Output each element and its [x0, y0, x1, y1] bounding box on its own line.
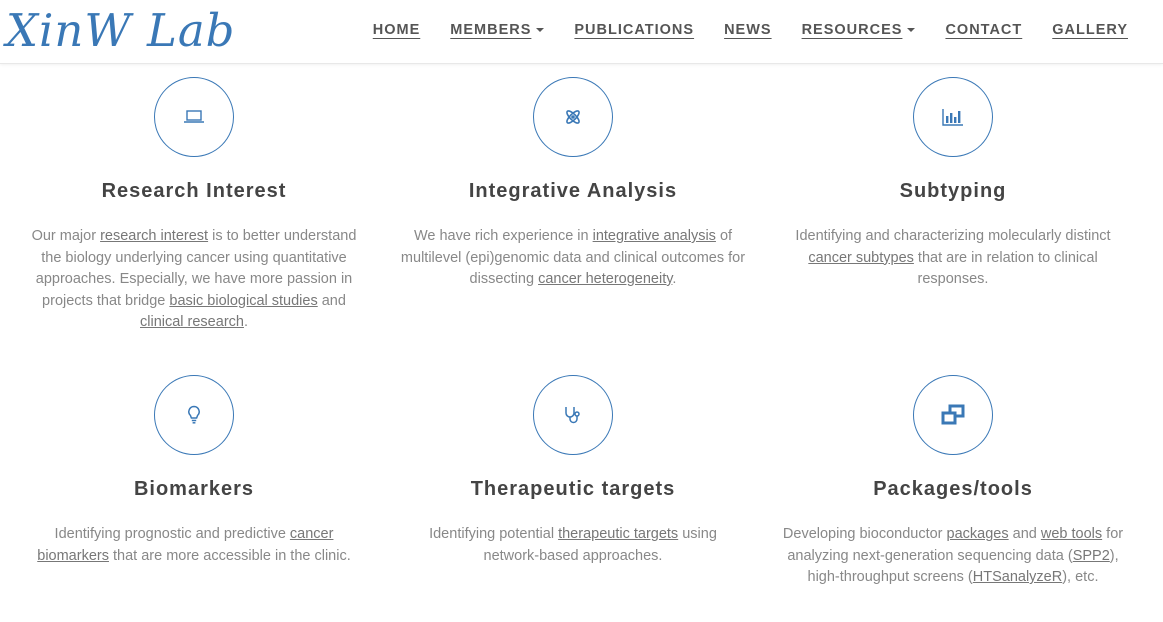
- laptop-icon: [154, 77, 234, 157]
- nav-gallery[interactable]: GALLERY: [1052, 22, 1128, 38]
- brand-logo[interactable]: XinW Lab: [6, 4, 235, 57]
- nav-resources[interactable]: RESOURCES: [802, 22, 916, 38]
- feature-description: We have rich experience in integrative a…: [400, 228, 746, 287]
- top-navbar: XinW Lab HOME MEMBERS PUBLICATIONS NEWS …: [0, 0, 1163, 64]
- stethoscope-icon: [533, 375, 613, 455]
- feature-description: Developing bioconductor packages and web…: [782, 526, 1124, 585]
- link-basic-biological-studies[interactable]: basic biological studies: [169, 293, 317, 309]
- feature-description: Our major research interest is to better…: [31, 228, 357, 330]
- nav-members-label: MEMBERS: [450, 22, 532, 38]
- nav-publications[interactable]: PUBLICATIONS: [574, 22, 694, 38]
- link-cancer-heterogeneity[interactable]: cancer heterogeneity: [538, 271, 672, 287]
- link-research-interest[interactable]: research interest: [100, 228, 208, 244]
- link-cancer-subtypes[interactable]: cancer subtypes: [808, 250, 914, 266]
- link-htsanalyzer[interactable]: HTSanalyzeR: [973, 569, 1062, 585]
- nav-resources-label: RESOURCES: [801, 22, 903, 38]
- feature-title: Packages/tools: [873, 478, 1033, 500]
- link-spp2[interactable]: SPP2: [1073, 548, 1110, 564]
- nav-contact[interactable]: CONTACT: [945, 22, 1022, 38]
- bar-chart-icon: [913, 77, 993, 157]
- caret-down-icon: [536, 28, 545, 33]
- link-clinical-research[interactable]: clinical research: [140, 314, 244, 330]
- nav-members[interactable]: MEMBERS: [450, 22, 545, 38]
- caret-down-icon: [907, 28, 916, 33]
- feature-title: Subtyping: [899, 180, 1007, 202]
- link-web-tools[interactable]: web tools: [1041, 526, 1102, 542]
- molecule-icon: [533, 77, 613, 157]
- feature-title: Integrative Analysis: [468, 180, 678, 202]
- windows-icon: [913, 375, 993, 455]
- main-nav: HOME MEMBERS PUBLICATIONS NEWS RESOURCES…: [373, 22, 1128, 38]
- nav-news[interactable]: NEWS: [724, 22, 772, 38]
- nav-home[interactable]: HOME: [373, 22, 421, 38]
- lightbulb-icon: [154, 375, 234, 455]
- link-therapeutic-targets[interactable]: therapeutic targets: [558, 526, 678, 542]
- feature-title: Research Interest: [101, 180, 287, 202]
- link-packages[interactable]: packages: [947, 526, 1009, 542]
- feature-title: Therapeutic targets: [470, 478, 676, 500]
- link-integrative-analysis[interactable]: integrative analysis: [593, 228, 716, 244]
- feature-description: Identifying and characterizing molecular…: [795, 228, 1111, 287]
- feature-title: Biomarkers: [133, 478, 255, 500]
- feature-description: Identifying potential therapeutic target…: [429, 526, 717, 564]
- feature-description: Identifying prognostic and predictive ca…: [37, 526, 351, 564]
